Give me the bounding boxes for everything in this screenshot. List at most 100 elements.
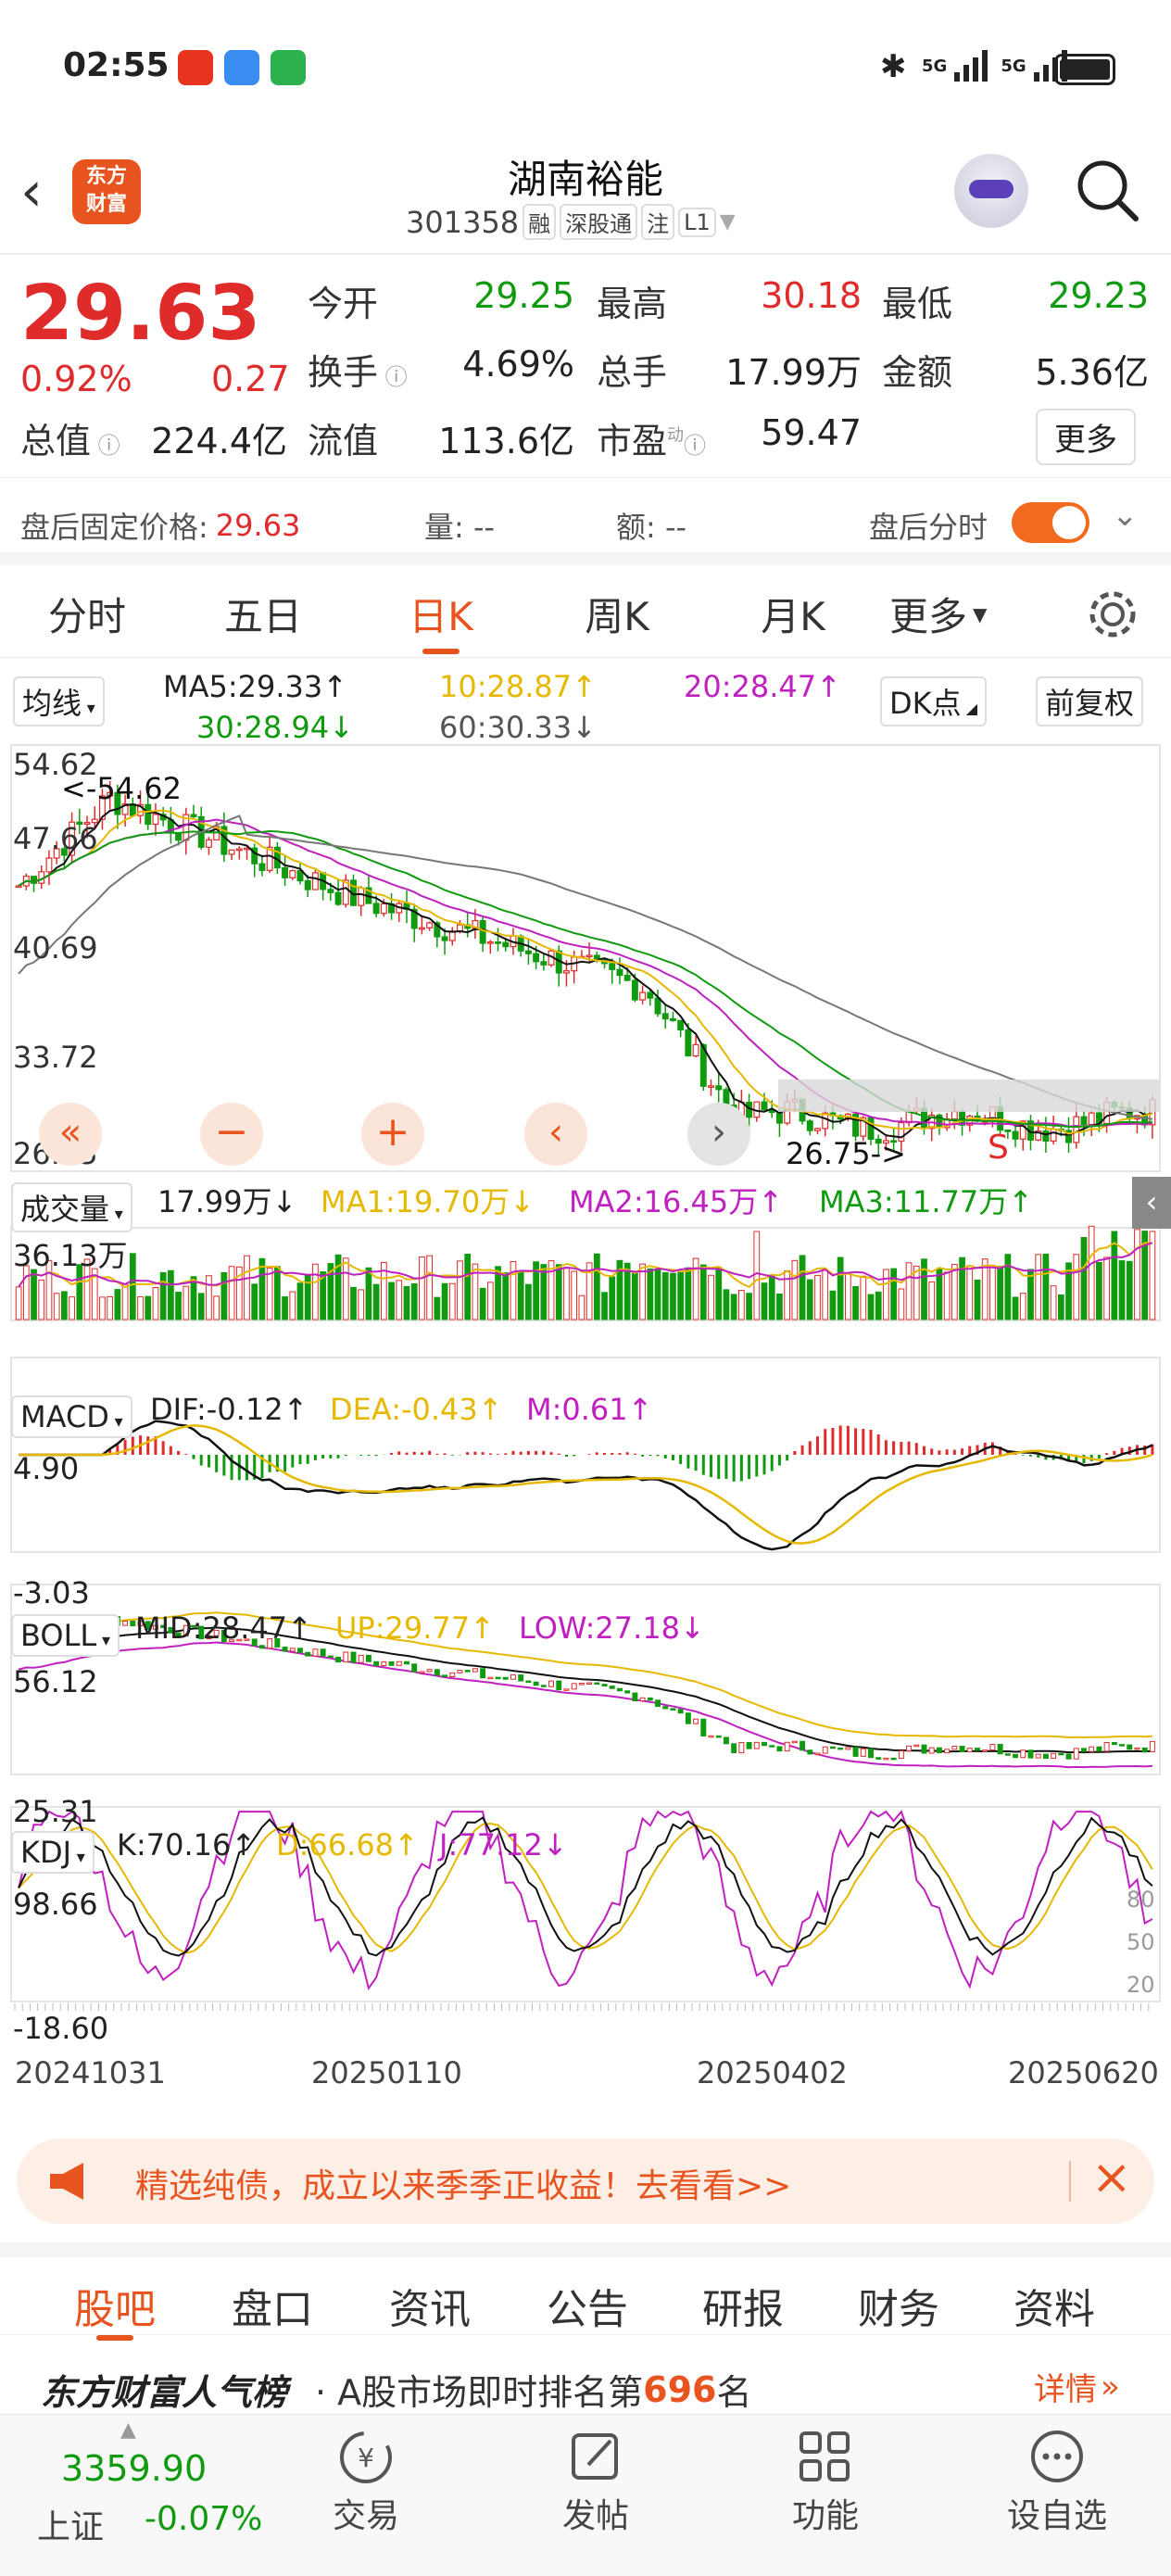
boll-candle [449,1672,456,1677]
tag-connect: 深股通 [560,204,638,240]
volume-bar [457,1260,463,1320]
ad-banner[interactable]: 精选纯债，成立以来季季正收益！去看看>> × [17,2139,1154,2224]
boll-candle [594,1682,600,1686]
boll-candle [335,1656,342,1663]
nav-watchlist[interactable]: 设自选 [997,2428,1117,2537]
candle-body [647,991,654,999]
candle-body [15,885,22,889]
more-button[interactable]: 更多 [1036,409,1136,465]
nav-trade[interactable]: ¥ 交易 [324,2428,408,2537]
app-notification-icon [178,50,213,85]
high-marker: <-54.62 [61,771,182,806]
boll-candle [563,1688,570,1691]
panel-expand-icon[interactable]: ‹ [1132,1177,1171,1229]
stock-code: 301358 [406,204,520,240]
tab-announcements[interactable]: 公告 [504,2276,671,2335]
volume-selector[interactable]: 成交量 ▾ [11,1182,132,1232]
scroll-right-icon[interactable]: › [687,1103,750,1166]
after-timeshare-label: 盘后分时 [869,510,988,545]
k-y-label-4: 33.72 [13,1040,98,1075]
boll-candle [632,1692,638,1702]
search-icon[interactable] [1075,158,1141,224]
tab-more[interactable]: 更多 ▼ [889,586,1038,642]
nav-post[interactable]: 发帖 [554,2428,637,2537]
tab-daily-k[interactable]: 日K [358,586,524,642]
k-y-label-3: 40.69 [13,930,98,966]
volume-bar [1050,1285,1057,1320]
pe-label[interactable]: 市盈动ⓘ [597,412,706,463]
scroll-left-icon[interactable]: ‹ [524,1103,587,1166]
index-change[interactable]: -0.07% [145,2500,262,2538]
tab-timeshare[interactable]: 分时 [4,586,170,642]
tag-registered: 注 [641,204,675,240]
nav-functions[interactable]: 功能 [784,2428,867,2537]
status-bar: 02:55 ✱ 5G 5G [0,0,1171,139]
boll-candle [1089,1746,1095,1752]
volume-bar [114,1289,121,1320]
boll-selector[interactable]: BOLL ▾ [11,1614,120,1657]
ma-selector[interactable]: 均线 ▾ [13,676,105,726]
close-icon[interactable]: × [1091,2150,1132,2205]
volume-bar [806,1279,813,1320]
tab-financials[interactable]: 财务 [815,2276,982,2335]
settings-gear-icon[interactable] [1086,587,1140,641]
after-timeshare-toggle[interactable] [1012,502,1089,543]
tab-five-day[interactable]: 五日 [180,586,346,642]
popularity-rank[interactable]: 东方财富人气榜 · A股市场即时排名第 696 名 详情» [0,2340,1171,2418]
tab-forum[interactable]: 股吧 [31,2276,198,2335]
volume-bar [365,1267,372,1320]
tab-profile[interactable]: 资料 [971,2276,1138,2335]
index-up-arrow-icon: ▲ [120,2418,136,2442]
date-label-3: 20250402 [697,2055,848,2090]
boll-candle [464,1670,471,1673]
amount-value: 5.36亿 [1035,352,1149,393]
stock-code-row[interactable]: 301358 融 深股通 注 L1 ▼ [406,204,736,240]
market-cap-label[interactable]: 总值 ⓘ [20,412,120,463]
volume-bar [350,1286,357,1320]
boll-candle [533,1681,539,1686]
index-value[interactable]: 3359.90 [61,2448,207,2489]
dk-point-button[interactable]: DK点 ◢ [880,676,988,726]
turnover-label[interactable]: 换手 ⓘ [308,344,408,395]
candle-body [1088,1112,1095,1126]
macd-min-label: -3.03 [13,1575,90,1610]
zoom-in-icon[interactable]: + [361,1103,424,1166]
boll-candle [495,1676,501,1680]
rank-detail-link[interactable]: 详情» [1034,2364,1120,2409]
candle-body [692,1043,699,1057]
candle-body [486,941,494,944]
tab-research[interactable]: 研报 [660,2276,826,2335]
boll-candle [769,1745,775,1748]
boll-min-label: 25.31 [13,1794,98,1829]
volume-bar [137,1296,144,1320]
volume-bar [601,1292,608,1320]
tab-news[interactable]: 资讯 [346,2276,513,2335]
candle-body [479,919,486,944]
boll-candle [959,1746,965,1753]
collapse-chevron-icon[interactable]: ⌄ [1112,497,1139,534]
macd-selector[interactable]: MACD ▾ [11,1395,132,1438]
kdj-selector[interactable]: KDJ ▾ [11,1831,94,1874]
adjust-button[interactable]: 前复权 [1036,676,1144,726]
volume-value: 17.99万 [725,352,862,393]
volume-bar [791,1259,799,1320]
volume-bar [883,1269,889,1320]
tab-monthly-k[interactable]: 月K [710,586,876,642]
boll-candle [951,1746,958,1750]
robot-assistant-icon[interactable] [954,154,1028,228]
candle-body [1050,1129,1057,1143]
index-name[interactable]: 上证 [37,2500,104,2548]
volume-bar [844,1273,851,1320]
zoom-out-icon[interactable]: − [200,1103,263,1166]
scroll-left-fast-icon[interactable]: « [39,1103,102,1166]
boll-candle [639,1697,646,1702]
info-tabs: 股吧 盘口 资讯 公告 研报 财务 资料 [0,2242,1171,2341]
candle-body [639,991,647,1001]
tab-weekly-k[interactable]: 周K [534,586,700,642]
stock-header: ‹ 东方 财富 湖南裕能 301358 融 深股通 注 L1 ▼ [0,139,1171,255]
low-marker: 26.75-> [786,1136,906,1171]
candle-body [677,1019,685,1030]
volume-bar [989,1265,996,1320]
tab-orderbook[interactable]: 盘口 [189,2276,356,2335]
high-label: 最高 [597,284,668,324]
